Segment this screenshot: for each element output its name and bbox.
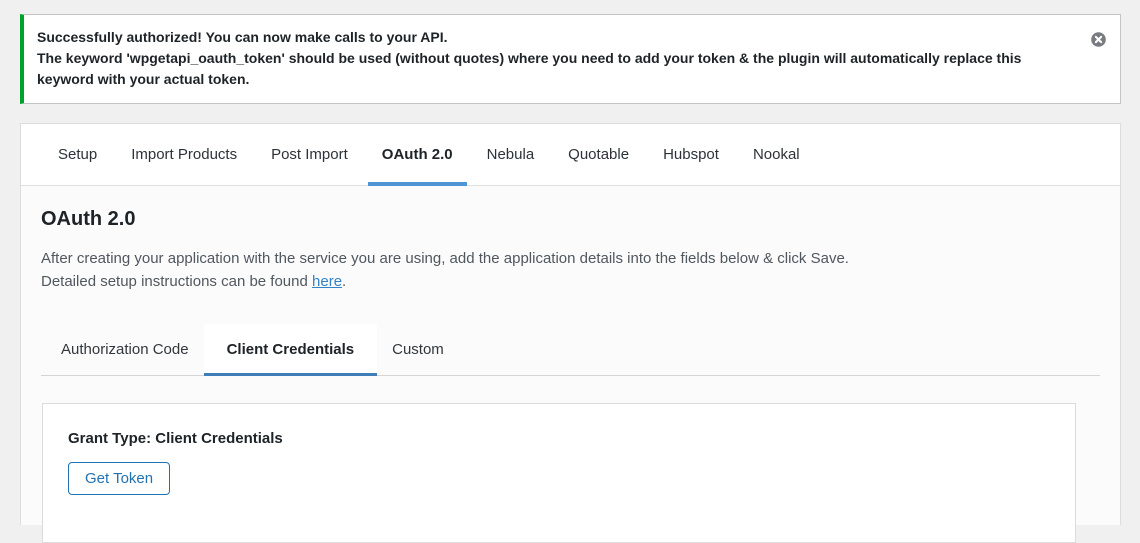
- tab-quotable[interactable]: Quotable: [551, 124, 646, 185]
- subtab-client-credentials[interactable]: Client Credentials: [203, 324, 378, 376]
- tab-oauth-2-0[interactable]: OAuth 2.0: [365, 124, 470, 186]
- subtab-custom[interactable]: Custom: [377, 324, 459, 375]
- grant-type-tab-bar: Authorization Code Client Credentials Cu…: [41, 324, 1100, 376]
- notice-message: Successfully authorized! You can now mak…: [37, 27, 1072, 90]
- description-line1: After creating your application with the…: [41, 250, 849, 267]
- grant-type-heading: Grant Type: Client Credentials: [68, 430, 283, 447]
- panel-description: After creating your application with the…: [41, 247, 1100, 293]
- setup-instructions-link[interactable]: here: [312, 273, 342, 290]
- circle-x-icon: [1090, 31, 1107, 51]
- tab-hubspot[interactable]: Hubspot: [646, 124, 736, 185]
- success-notice: Successfully authorized! You can now mak…: [20, 14, 1121, 104]
- notice-line2: The keyword 'wpgetapi_oauth_token' shoul…: [37, 50, 1022, 87]
- subtab-authorization-code[interactable]: Authorization Code: [46, 324, 204, 375]
- tab-nookal[interactable]: Nookal: [736, 124, 817, 185]
- tab-post-import[interactable]: Post Import: [254, 124, 365, 185]
- instructions-suffix: .: [342, 273, 347, 290]
- notice-line1: Successfully authorized! You can now mak…: [37, 29, 448, 45]
- dismiss-notice-button[interactable]: [1087, 28, 1109, 50]
- tab-nebula[interactable]: Nebula: [470, 124, 552, 185]
- panel-title: OAuth 2.0: [41, 208, 136, 230]
- settings-card: Setup Import Products Post Import OAuth …: [20, 123, 1121, 543]
- oauth-panel: OAuth 2.0 After creating your applicatio…: [21, 186, 1120, 543]
- get-token-button[interactable]: Get Token: [68, 462, 171, 495]
- tab-setup[interactable]: Setup: [41, 124, 114, 185]
- main-tab-bar: Setup Import Products Post Import OAuth …: [21, 124, 1120, 186]
- grant-type-box: Grant Type: Client Credentials Get Token: [42, 403, 1076, 543]
- tab-import-products[interactable]: Import Products: [114, 124, 254, 185]
- instructions-prefix: Detailed setup instructions can be found: [41, 273, 313, 290]
